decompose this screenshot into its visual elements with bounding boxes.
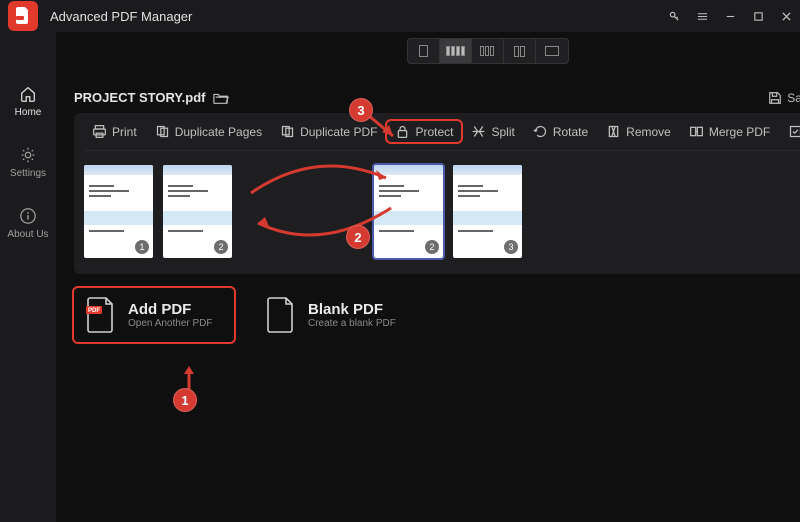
print-icon [92, 124, 107, 139]
add-pdf-icon: PDF [86, 296, 116, 334]
page-thumb[interactable]: 3 [453, 165, 522, 258]
home-icon [19, 85, 37, 103]
gear-icon [19, 146, 37, 164]
remove-icon [606, 124, 621, 139]
action-cards: PDF Add PDF Open Another PDF Blank PDF C… [74, 288, 800, 342]
file-name: PROJECT STORY.pdf [74, 90, 205, 105]
sidebar: Home Settings About Us [0, 32, 56, 522]
print-button[interactable]: Print [84, 121, 145, 142]
remove-button[interactable]: Remove [598, 121, 679, 142]
page-thumb[interactable]: 2 [163, 165, 232, 258]
view-mode-switch [407, 38, 569, 64]
minimize-button[interactable] [716, 0, 744, 32]
card-subtitle: Create a blank PDF [308, 318, 396, 329]
file-title: PROJECT STORY.pdf [74, 90, 229, 105]
annotation-step-1: 1 [173, 388, 197, 412]
titlebar: Advanced PDF Manager [0, 0, 800, 32]
toolbar: Print Duplicate Pages Duplicate PDF Prot… [84, 113, 800, 151]
window-controls [660, 0, 800, 32]
key-icon[interactable] [660, 0, 688, 32]
duplicate-pdf-icon [280, 124, 295, 139]
info-icon [19, 207, 37, 225]
folder-open-icon[interactable] [213, 91, 229, 105]
app-logo [8, 1, 38, 31]
select-all-icon [788, 124, 800, 139]
sidebar-item-settings[interactable]: Settings [0, 138, 56, 187]
duplicate-pages-button[interactable]: Duplicate Pages [147, 121, 270, 142]
card-title: Blank PDF [308, 301, 396, 318]
rotate-button[interactable]: Rotate [525, 121, 596, 142]
annotation-arrow [180, 363, 198, 391]
view-wide[interactable] [536, 39, 568, 63]
card-subtitle: Open Another PDF [128, 318, 213, 329]
select-all-button[interactable]: Select All [780, 121, 800, 142]
page-thumb-selected[interactable]: 2 [374, 165, 443, 258]
sidebar-label: About Us [7, 229, 48, 240]
lock-icon [395, 124, 410, 139]
view-two[interactable] [504, 39, 536, 63]
view-four[interactable] [440, 39, 472, 63]
svg-text:PDF: PDF [88, 308, 100, 314]
app-title: Advanced PDF Manager [50, 9, 660, 24]
blank-pdf-card[interactable]: Blank PDF Create a blank PDF [254, 288, 414, 342]
blank-pdf-icon [266, 296, 296, 334]
view-three[interactable] [472, 39, 504, 63]
menu-icon[interactable] [688, 0, 716, 32]
thumbnails: 1 2 2 3 [84, 151, 800, 264]
close-button[interactable] [772, 0, 800, 32]
sidebar-item-about[interactable]: About Us [0, 199, 56, 248]
merge-icon [689, 124, 704, 139]
add-pdf-card[interactable]: PDF Add PDF Open Another PDF [74, 288, 234, 342]
split-icon [471, 124, 486, 139]
duplicate-pages-icon [155, 124, 170, 139]
annotation-step-2: 2 [346, 225, 370, 249]
maximize-button[interactable] [744, 0, 772, 32]
split-button[interactable]: Split [463, 121, 522, 142]
card-title: Add PDF [128, 301, 213, 318]
annotation-step-3: 3 [349, 98, 373, 122]
merge-button[interactable]: Merge PDF [681, 121, 778, 142]
workspace: Print Duplicate Pages Duplicate PDF Prot… [74, 113, 800, 274]
duplicate-pdf-button[interactable]: Duplicate PDF [272, 121, 385, 142]
page-thumb[interactable]: 1 [84, 165, 153, 258]
content-area: PROJECT STORY.pdf Save Save As Print Dup… [56, 32, 800, 522]
sidebar-label: Settings [10, 168, 46, 179]
view-single[interactable] [408, 39, 440, 63]
rotate-icon [533, 124, 548, 139]
sidebar-item-home[interactable]: Home [0, 77, 56, 126]
save-icon [768, 91, 782, 105]
protect-button[interactable]: Protect [387, 121, 461, 142]
save-button[interactable]: Save [768, 91, 800, 105]
sidebar-label: Home [15, 107, 42, 118]
